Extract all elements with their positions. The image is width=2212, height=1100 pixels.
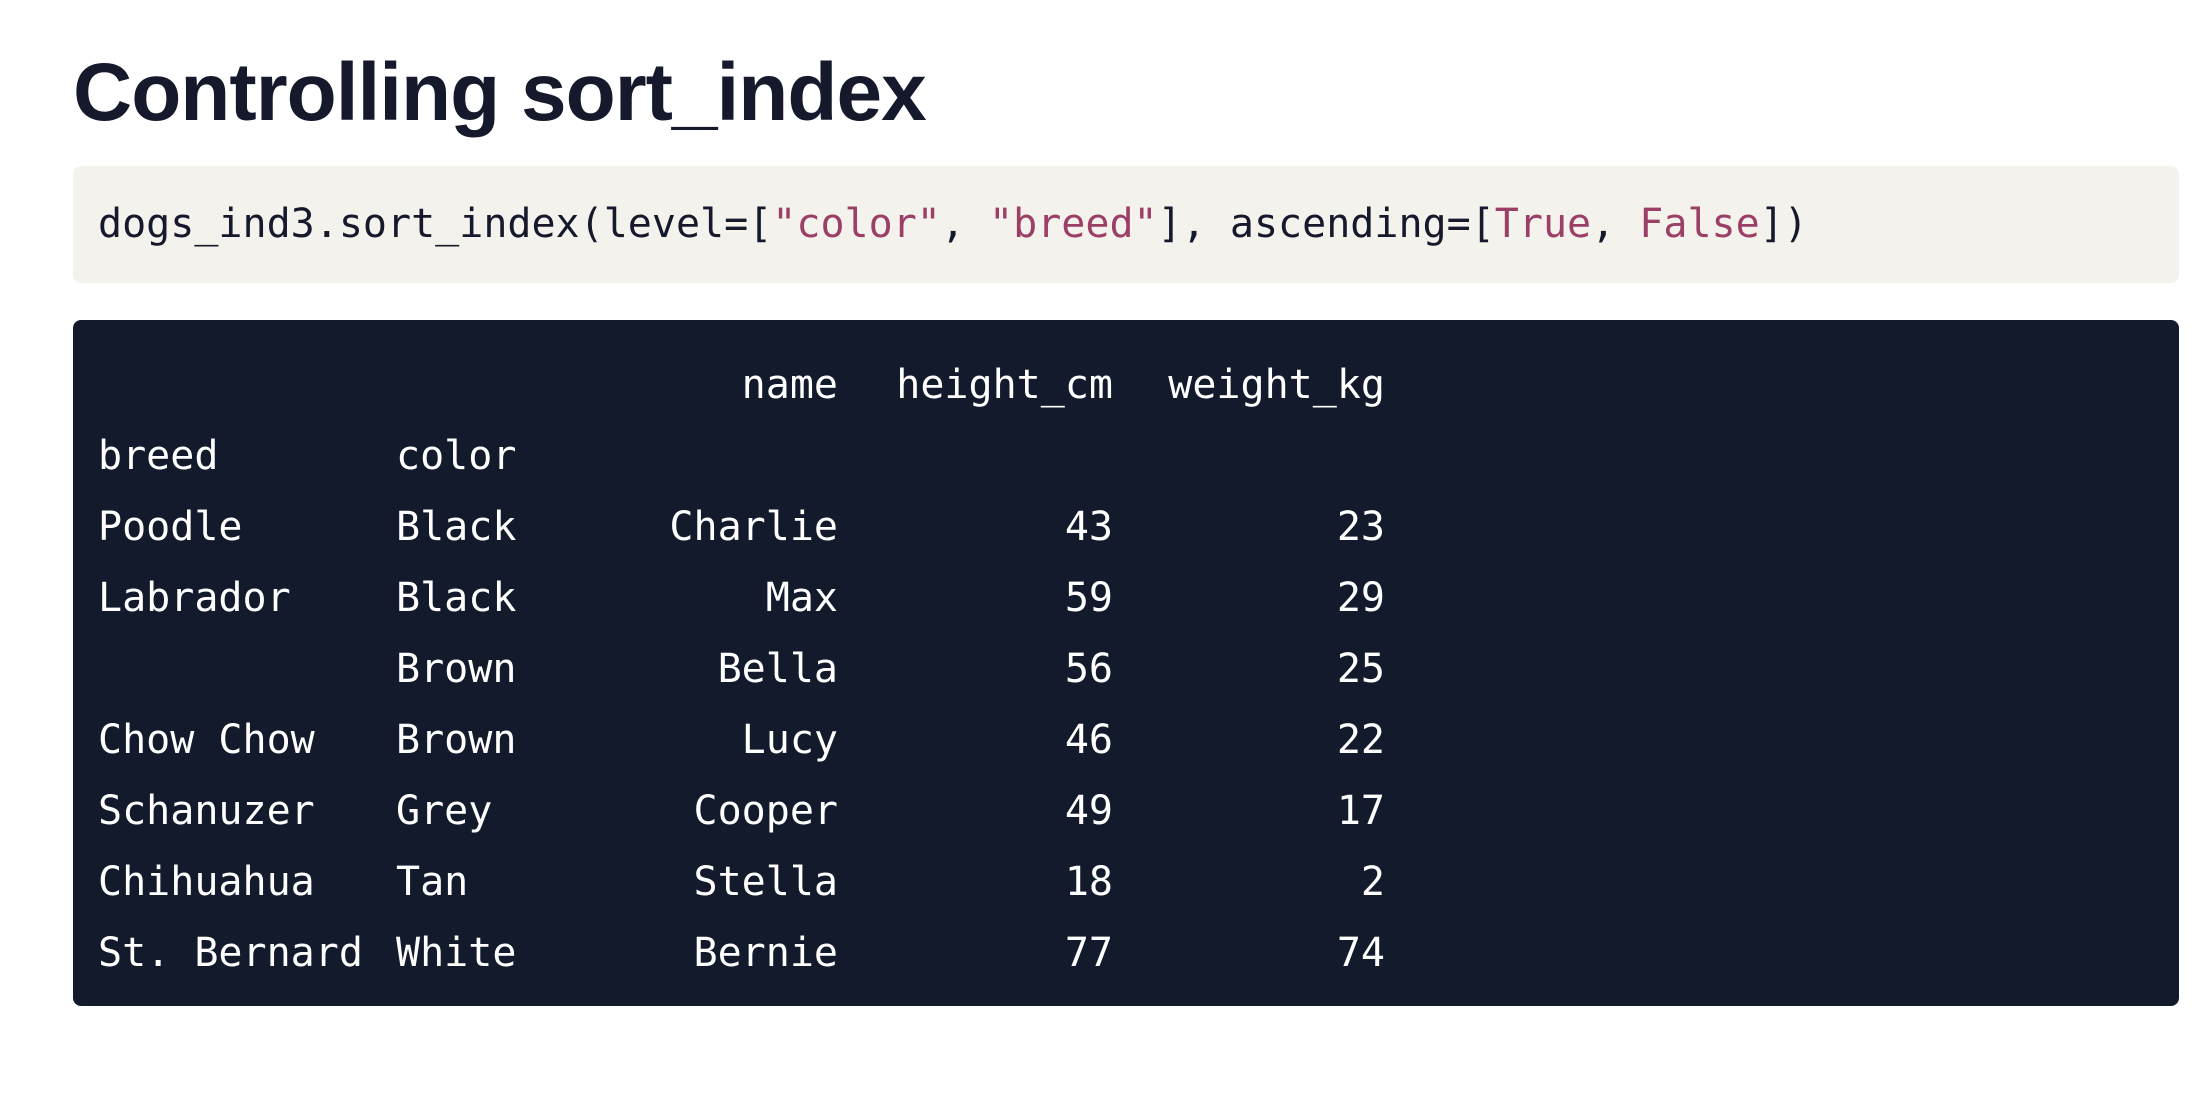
header-spacer (838, 421, 1113, 492)
cell-name: Bella (717, 646, 838, 692)
cell-name: Max (765, 575, 838, 621)
table-row: St. Bernard White Bernie 77 74 (98, 918, 1385, 989)
page-title: Controlling sort_index (73, 47, 927, 138)
cell-name: Charlie (669, 504, 838, 550)
cell-color: Black (396, 575, 517, 621)
output-block: name height_cm weight_kg breed color Poo… (73, 320, 2179, 1006)
cell-weight: 74 (1336, 930, 1385, 976)
header-spacer (98, 350, 396, 421)
cell-weight: 23 (1336, 504, 1385, 550)
code-text: ], ascending=[ (1157, 201, 1495, 247)
slide: Controlling sort_index dogs_ind3.sort_in… (0, 0, 2212, 1100)
index-name-color: color (396, 433, 517, 479)
cell-color: Grey (396, 788, 493, 834)
cell-color: White (396, 930, 517, 976)
cell-breed (98, 634, 396, 705)
cell-breed: St. Bernard (98, 930, 363, 976)
table-row: Schanuzer Grey Cooper 49 17 (98, 776, 1385, 847)
cell-name: Cooper (693, 788, 839, 834)
cell-breed: Chow Chow (98, 717, 315, 763)
dataframe-table: name height_cm weight_kg breed color Poo… (98, 350, 1385, 989)
cell-color: Brown (396, 717, 517, 763)
code-text: , (940, 201, 990, 247)
column-header-name: name (741, 362, 838, 408)
index-name-breed: breed (98, 433, 219, 479)
header-spacer (1113, 421, 1385, 492)
cell-weight: 2 (1360, 859, 1385, 905)
cell-name: Lucy (741, 717, 838, 763)
table-row: Chihuahua Tan Stella 18 2 (98, 847, 1385, 918)
header-spacer (548, 421, 838, 492)
code-text: ]) (1759, 201, 1808, 247)
cell-weight: 29 (1336, 575, 1385, 621)
cell-breed: Chihuahua (98, 859, 315, 905)
code-text: dogs_ind3.sort_index(level=[ (98, 201, 773, 247)
code-block: dogs_ind3.sort_index(level=["color", "br… (73, 166, 2179, 283)
header-spacer (396, 350, 548, 421)
cell-color: Black (396, 504, 517, 550)
cell-breed: Schanuzer (98, 788, 315, 834)
cell-height: 56 (1064, 646, 1113, 692)
cell-breed: Labrador (98, 575, 291, 621)
index-header-row: breed color (98, 421, 1385, 492)
code-text: , (1591, 201, 1640, 247)
cell-weight: 22 (1336, 717, 1385, 763)
code-string-breed: "breed" (989, 201, 1158, 247)
code-string-color: "color" (772, 201, 941, 247)
cell-height: 43 (1064, 504, 1113, 550)
code-keyword-false: False (1639, 201, 1760, 247)
cell-height: 77 (1064, 930, 1113, 976)
cell-color: Brown (396, 646, 517, 692)
cell-name: Bernie (693, 930, 839, 976)
cell-breed: Poodle (98, 504, 243, 550)
cell-height: 49 (1064, 788, 1113, 834)
table-row: Brown Bella 56 25 (98, 634, 1385, 705)
code-keyword-true: True (1494, 201, 1592, 247)
column-header-row: name height_cm weight_kg (98, 350, 1385, 421)
cell-weight: 25 (1336, 646, 1385, 692)
cell-name: Stella (693, 859, 839, 905)
table-row: Labrador Black Max 59 29 (98, 563, 1385, 634)
cell-color: Tan (396, 859, 469, 905)
cell-height: 59 (1064, 575, 1113, 621)
table-row: Poodle Black Charlie 43 23 (98, 492, 1385, 563)
cell-weight: 17 (1336, 788, 1385, 834)
cell-height: 18 (1064, 859, 1113, 905)
column-header-weight: weight_kg (1168, 362, 1385, 408)
table-row: Chow Chow Brown Lucy 46 22 (98, 705, 1385, 776)
cell-height: 46 (1064, 717, 1113, 763)
column-header-height: height_cm (896, 362, 1113, 408)
